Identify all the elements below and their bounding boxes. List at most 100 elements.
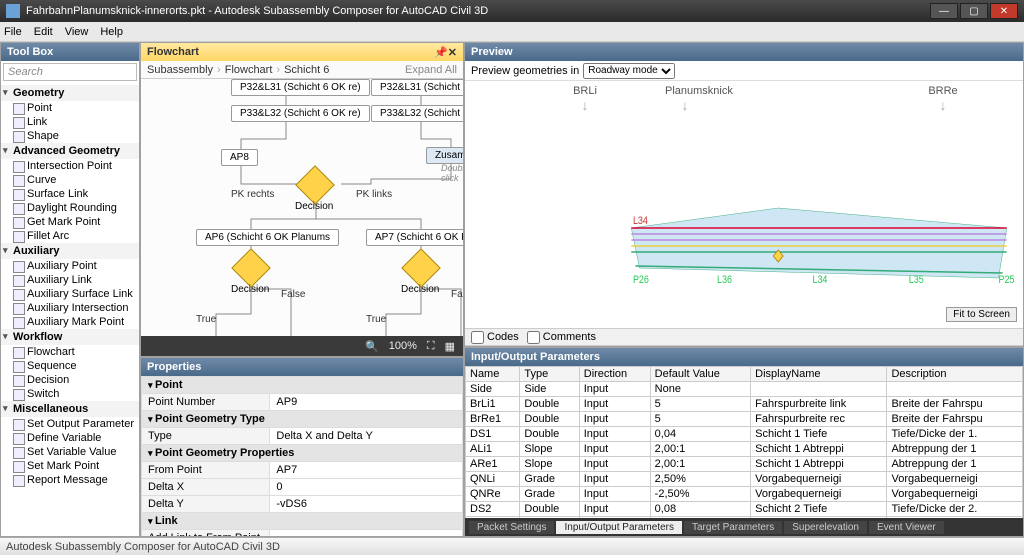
label-true-l: True [196, 314, 216, 325]
menu-file[interactable]: File [4, 26, 22, 38]
svg-text:L36: L36 [717, 274, 732, 286]
toolbox-item[interactable]: Set Mark Point [1, 459, 139, 473]
bottom-tab[interactable]: Target Parameters [684, 521, 782, 534]
decision-left[interactable]: Decision [237, 254, 265, 282]
toolbox-tree[interactable]: GeometryPointLinkShapeAdvanced GeometryI… [1, 83, 139, 536]
toolbox-item[interactable]: Define Variable [1, 431, 139, 445]
crumb-1[interactable]: Flowchart [225, 64, 273, 76]
preview-canvas[interactable]: BRLi↓ Planumsknick↓ BRRe↓ [465, 81, 1023, 328]
window-title: FahrbahnPlanumsknick-innerorts.pkt - Aut… [26, 5, 488, 17]
menu-edit[interactable]: Edit [34, 26, 53, 38]
toolbox-search[interactable]: Search [3, 63, 137, 81]
toolbox-item[interactable]: Auxiliary Mark Point [1, 315, 139, 329]
properties-panel: Properties PointPoint NumberAP9Point Geo… [140, 357, 464, 537]
toolbox-item[interactable]: Daylight Rounding [1, 201, 139, 215]
params-panel: Input/Output Parameters NameTypeDirectio… [464, 347, 1024, 537]
toolbox-item[interactable]: Set Variable Value [1, 445, 139, 459]
toolbox-item[interactable]: Sequence [1, 359, 139, 373]
node-ap6[interactable]: AP6 (Schicht 6 OK Planums [196, 229, 339, 246]
fit-to-screen-button[interactable]: Fit to Screen [946, 307, 1017, 322]
flowchart-header: Flowchart📌 ✕ [141, 43, 463, 61]
node-p33b[interactable]: P33&L32 (Schicht 6 OK li) [371, 105, 463, 122]
preview-mode-label: Preview geometries in [471, 65, 579, 77]
crumb-2[interactable]: Schicht 6 [284, 64, 329, 76]
bottom-tab[interactable]: Event Viewer [869, 521, 944, 534]
toolbox-item[interactable]: Point [1, 101, 139, 115]
toolbox-group[interactable]: Geometry [1, 85, 139, 101]
node-zusammen[interactable]: Zusammenführu [426, 147, 463, 164]
titlebar: FahrbahnPlanumsknick-innerorts.pkt - Aut… [0, 0, 1024, 22]
menu-view[interactable]: View [65, 26, 89, 38]
node-top2[interactable]: P32&L31 (Schicht 6 OK li) [371, 79, 463, 96]
toolbox-item[interactable]: Link [1, 115, 139, 129]
comments-checkbox[interactable]: Comments [527, 331, 596, 344]
fit-icon[interactable]: ⛶ [427, 340, 435, 353]
toolbox-item[interactable]: Auxiliary Intersection [1, 301, 139, 315]
bottom-tab[interactable]: Superelevation [784, 521, 867, 534]
preview-panel: Preview Preview geometries in Roadway mo… [464, 42, 1024, 347]
x-icon[interactable]: ✕ [448, 46, 457, 59]
minimize-button[interactable]: — [930, 3, 958, 19]
decision-right[interactable]: Decision [407, 254, 435, 282]
node-top1[interactable]: P32&L31 (Schicht 6 OK re) [231, 79, 370, 96]
svg-text:L34: L34 [633, 215, 648, 227]
node-p33a[interactable]: P33&L32 (Schicht 6 OK re) [231, 105, 370, 122]
app-icon [6, 4, 20, 18]
toolbox-item[interactable]: Switch [1, 387, 139, 401]
toolbox-item[interactable]: Auxiliary Surface Link [1, 287, 139, 301]
toolbox-group[interactable]: Auxiliary [1, 243, 139, 259]
preview-mode-select[interactable]: Roadway mode [583, 63, 675, 79]
preview-header: Preview [465, 43, 1023, 61]
maximize-button[interactable]: ▢ [960, 3, 988, 19]
bottom-tab[interactable]: Packet Settings [469, 521, 554, 534]
crumb-0[interactable]: Subassembly [147, 64, 213, 76]
toolbox-item[interactable]: Fillet Arc [1, 229, 139, 243]
toolbox-group[interactable]: Miscellaneous [1, 401, 139, 417]
properties-grid[interactable]: PointPoint NumberAP9Point Geometry TypeT… [141, 376, 463, 536]
toolbox-item[interactable]: Flowchart [1, 345, 139, 359]
toolbox-group[interactable]: Advanced Geometry [1, 143, 139, 159]
overview-icon[interactable]: ▦ [445, 340, 455, 353]
label-pk-links: PK links [356, 189, 392, 200]
close-button[interactable]: ✕ [990, 3, 1018, 19]
flowchart-footer: 🔍 100% ⛶ ▦ [141, 336, 463, 356]
node-ap7[interactable]: AP7 (Schicht 6 OK Planums [366, 229, 463, 246]
hint-doubleclick: Double-click [441, 163, 463, 183]
toolbox-item[interactable]: Auxiliary Point [1, 259, 139, 273]
menu-help[interactable]: Help [100, 26, 123, 38]
bottom-tab[interactable]: Input/Output Parameters [556, 521, 682, 534]
toolbox-item[interactable]: Auxiliary Link [1, 273, 139, 287]
label-false-r: False [451, 289, 463, 300]
pin-icon[interactable]: 📌 [434, 46, 448, 59]
flowchart-canvas[interactable]: P32&L31 (Schicht 6 OK re) P32&L31 (Schic… [141, 79, 463, 336]
params-grid[interactable]: NameTypeDirectionDefault ValueDisplayNam… [465, 366, 1023, 518]
codes-checkbox[interactable]: Codes [471, 331, 519, 344]
breadcrumb: Subassembly› Flowchart› Schicht 6 Expand… [141, 61, 463, 79]
menubar: File Edit View Help [0, 22, 1024, 42]
params-bottom-tabs: Packet SettingsInput/Output ParametersTa… [465, 518, 1023, 536]
toolbox-item[interactable]: Surface Link [1, 187, 139, 201]
toolbox-item[interactable]: Get Mark Point [1, 215, 139, 229]
label-pk-rechts: PK rechts [231, 189, 274, 200]
svg-text:P25: P25 [999, 274, 1015, 286]
label-true-r: True [366, 314, 386, 325]
statusbar: Autodesk Subassembly Composer for AutoCA… [0, 537, 1024, 555]
node-ap8[interactable]: AP8 [221, 149, 258, 166]
preview-tabs: Codes Comments [465, 328, 1023, 346]
toolbox-group[interactable]: Workflow [1, 329, 139, 345]
svg-text:L35: L35 [909, 274, 924, 286]
flowchart-panel: Flowchart📌 ✕ Subassembly› Flowchart› Sch… [140, 42, 464, 357]
toolbox-item[interactable]: Set Output Parameter [1, 417, 139, 431]
properties-header: Properties [141, 358, 463, 376]
toolbox-header: Tool Box [1, 43, 139, 61]
svg-text:L34: L34 [812, 274, 827, 286]
toolbox-item[interactable]: Shape [1, 129, 139, 143]
zoom-value: 100% [389, 340, 417, 352]
toolbox-item[interactable]: Decision [1, 373, 139, 387]
toolbox-item[interactable]: Intersection Point [1, 159, 139, 173]
toolbox-item[interactable]: Curve [1, 173, 139, 187]
decision-top[interactable]: Decision [301, 171, 329, 199]
toolbox-item[interactable]: Report Message [1, 473, 139, 487]
zoom-icon[interactable]: 🔍 [365, 340, 379, 353]
expand-all-icon[interactable]: Expand All [405, 64, 457, 76]
